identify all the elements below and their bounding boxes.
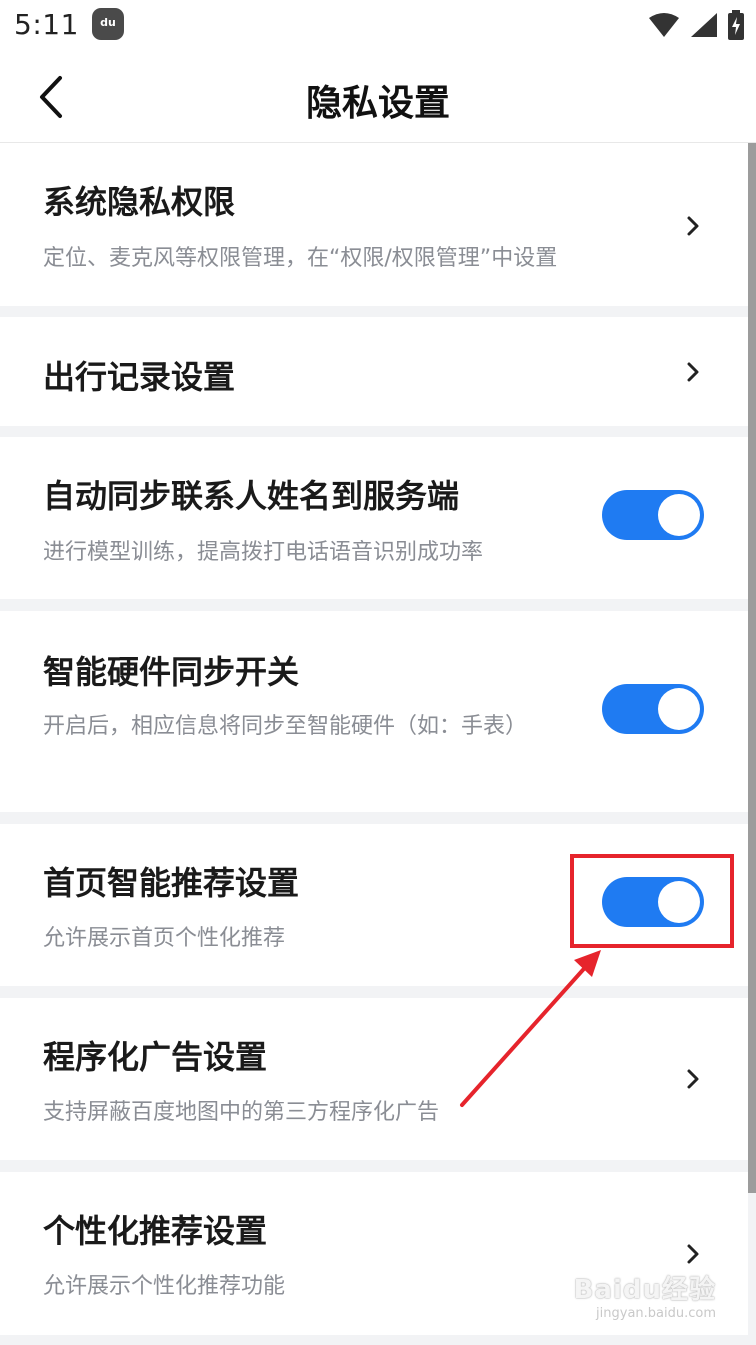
chevron-right-icon bbox=[687, 216, 699, 236]
setting-description: 允许展示首页个性化推荐 bbox=[43, 926, 286, 951]
title-bar: 隐私设置 bbox=[0, 52, 756, 143]
smart-hardware-sync-toggle[interactable] bbox=[602, 684, 704, 734]
wifi-icon bbox=[649, 13, 679, 37]
setting-title: 出行记录设置 bbox=[43, 358, 236, 396]
setting-auto-sync-contacts: 自动同步联系人姓名到服务端 进行模型训练，提高拨打电话语音识别成功率 bbox=[0, 437, 748, 599]
setting-travel-records[interactable]: 出行记录设置 bbox=[0, 317, 748, 426]
battery-icon bbox=[728, 10, 744, 40]
setting-programmatic-ads[interactable]: 程序化广告设置 支持屏蔽百度地图中的第三方程序化广告 bbox=[0, 998, 748, 1160]
setting-smart-hardware-sync: 智能硬件同步开关 开启后，相应信息将同步至智能硬件（如：手表） bbox=[0, 611, 748, 812]
setting-title: 程序化广告设置 bbox=[43, 1038, 268, 1076]
status-time: 5:11 bbox=[14, 8, 79, 41]
chevron-right-icon bbox=[687, 1244, 699, 1264]
map-app-notification-icon: du bbox=[92, 8, 124, 40]
setting-title: 个性化推荐设置 bbox=[43, 1212, 268, 1250]
setting-description: 开启后，相应信息将同步至智能硬件（如：手表） bbox=[43, 714, 528, 739]
page-title: 隐私设置 bbox=[305, 83, 450, 124]
setting-description: 进行模型训练，提高拨打电话语音识别成功率 bbox=[43, 540, 484, 565]
setting-description: 支持屏蔽百度地图中的第三方程序化广告 bbox=[43, 1100, 440, 1125]
watermark-main-text: Baidu经验 bbox=[573, 1275, 716, 1305]
watermark-sub-text: jingyan.baidu.com bbox=[596, 1306, 716, 1321]
auto-sync-contacts-toggle[interactable] bbox=[602, 490, 704, 540]
setting-description: 允许展示个性化推荐功能 bbox=[43, 1274, 286, 1299]
setting-title: 智能硬件同步开关 bbox=[43, 653, 300, 691]
screen: 5:11 du 隐私设置 系统隐私权限 定位、麦克风等权限管理，在“权限/权限管… bbox=[0, 0, 756, 1345]
setting-system-privacy-permissions[interactable]: 系统隐私权限 定位、麦克风等权限管理，在“权限/权限管理”中设置 bbox=[0, 143, 748, 306]
chevron-right-icon bbox=[687, 362, 699, 382]
annotation-highlight-box bbox=[570, 854, 734, 948]
toggle-knob bbox=[658, 494, 700, 536]
toggle-knob bbox=[658, 688, 700, 730]
chevron-right-icon bbox=[687, 1069, 699, 1089]
setting-title: 自动同步联系人姓名到服务端 bbox=[43, 477, 460, 515]
setting-description: 定位、麦克风等权限管理，在“权限/权限管理”中设置 bbox=[43, 246, 558, 271]
watermark-logo: Baidu经验 jingyan.baidu.com bbox=[574, 1269, 716, 1321]
setting-title: 首页智能推荐设置 bbox=[43, 864, 300, 902]
scrollbar[interactable] bbox=[748, 143, 756, 1193]
status-indicators bbox=[648, 10, 744, 40]
cellular-signal-icon bbox=[691, 13, 717, 37]
setting-title: 系统隐私权限 bbox=[43, 183, 236, 221]
status-bar: 5:11 du bbox=[0, 0, 756, 52]
